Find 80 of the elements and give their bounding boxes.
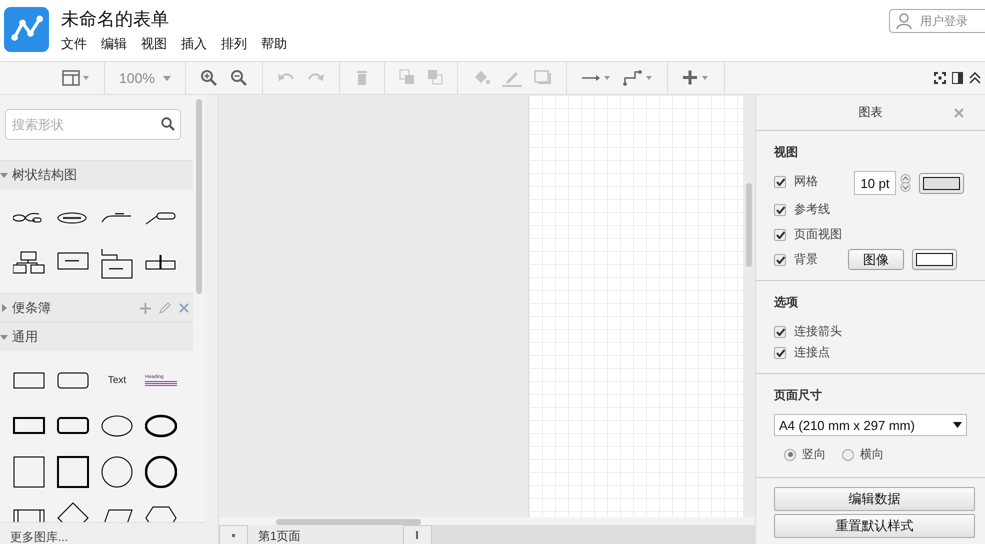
checkbox[interactable] <box>774 346 786 358</box>
scrollbar[interactable] <box>196 99 202 294</box>
checkbox-label: 背景 <box>794 251 818 268</box>
image-button[interactable]: 图像 <box>848 249 904 270</box>
search-icon <box>161 117 175 131</box>
sub-tree-drawing <box>101 249 133 279</box>
panel-title: 图表 <box>858 104 882 121</box>
section-header[interactable]: 便条簿 <box>0 293 193 322</box>
checkbox[interactable] <box>774 326 786 338</box>
menu-item[interactable]: 视图 <box>141 35 167 53</box>
fullscreen-icon <box>934 72 946 84</box>
panel-toggle-icon <box>952 72 963 84</box>
caret-right-icon <box>0 304 8 312</box>
checkbox[interactable] <box>774 228 786 240</box>
scrollbar[interactable] <box>746 183 752 267</box>
check-icon <box>776 328 784 336</box>
close-icon <box>179 303 189 313</box>
search-field[interactable]: 搜索形状 <box>5 109 181 140</box>
stepper-icon <box>900 174 911 192</box>
background-color-button[interactable] <box>912 249 957 270</box>
menu-item[interactable]: 插入 <box>181 35 207 53</box>
pencil-icon <box>159 302 171 314</box>
login-button[interactable]: 用户登录 <box>889 9 985 33</box>
checkbox[interactable] <box>774 176 786 188</box>
menu-item[interactable]: 编辑 <box>101 35 127 53</box>
layout-icon[interactable] <box>62 69 90 87</box>
splitter-handle[interactable] <box>205 95 219 544</box>
menu-item[interactable]: 排列 <box>221 35 247 53</box>
grid-size-field[interactable]: 10 pt <box>854 171 896 195</box>
logo-icon <box>4 7 49 52</box>
checkbox-label: 连接箭头 <box>794 323 842 340</box>
checkbox-label: 连接点 <box>794 344 830 361</box>
section-header[interactable]: 树状结构图 <box>0 160 193 189</box>
circle-icon <box>101 456 133 488</box>
check-icon <box>776 178 784 186</box>
checkbox-label: 页面视图 <box>794 226 842 243</box>
collapse-icon <box>969 72 981 84</box>
thick-square-icon <box>57 456 89 488</box>
radio-button[interactable] <box>842 448 854 460</box>
section-heading: 选项 <box>774 294 799 311</box>
menu-item[interactable]: 帮助 <box>261 35 287 53</box>
section-title: 便条簿 <box>12 299 51 317</box>
checkbox[interactable] <box>774 254 786 266</box>
checkbox-label: 参考线 <box>794 201 830 218</box>
caret-down-icon <box>0 333 8 341</box>
zoom-in-icon[interactable] <box>200 69 218 87</box>
user-icon <box>896 13 912 29</box>
check-icon <box>776 230 784 238</box>
action-button[interactable]: 重置默认样式 <box>774 514 975 538</box>
section-title: 通用 <box>12 328 38 346</box>
scrollbar[interactable] <box>276 519 421 525</box>
check-icon <box>776 348 784 356</box>
close-icon <box>954 108 964 118</box>
action-button[interactable]: 编辑数据 <box>774 487 975 511</box>
grid-color-button[interactable] <box>919 172 964 194</box>
caret-icon <box>162 76 171 80</box>
check-icon <box>776 256 784 264</box>
radio-button[interactable] <box>784 448 796 460</box>
section-header[interactable]: 通用 <box>0 322 193 351</box>
page-tab[interactable]: 第1页面 <box>248 525 403 544</box>
radio-label: 横向 <box>860 446 884 463</box>
checkbox-label: 网格 <box>794 173 818 190</box>
zoom-out-icon[interactable] <box>230 69 248 87</box>
section-title: 树状结构图 <box>12 166 77 184</box>
checkbox[interactable] <box>774 204 786 216</box>
ellipse-icon <box>101 414 133 438</box>
caret-icon <box>953 422 962 428</box>
menu-item[interactable]: 文件 <box>61 35 87 53</box>
radio-label: 竖向 <box>802 446 826 463</box>
document-title: 未命名的表单 <box>61 8 170 31</box>
section-heading: 页面尺寸 <box>774 387 823 404</box>
caret-down-icon <box>0 171 8 179</box>
page-size-dropdown[interactable]: A4 (210 mm x 297 mm) <box>774 414 967 436</box>
more-shapes-link[interactable]: 更多图库... <box>0 522 205 544</box>
square-icon <box>13 456 45 488</box>
text-shape[interactable]: Text <box>108 374 126 386</box>
connector-icon[interactable] <box>622 69 653 87</box>
add-page-button[interactable] <box>403 525 432 544</box>
check-icon <box>776 206 784 214</box>
section-heading: 视图 <box>774 144 799 161</box>
